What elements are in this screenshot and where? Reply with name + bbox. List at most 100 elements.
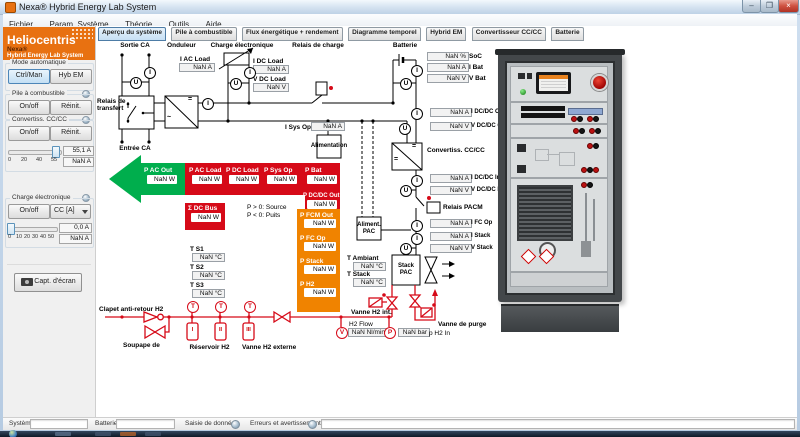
converter-reset-button[interactable]: Réinit. [50,126,92,141]
tab-hybrid-em[interactable]: Hybrid EM [426,27,466,41]
p-ac-out-label: P AC Out [144,167,172,174]
title-bar[interactable]: Nexa® Hybrid Energy Lab System – ❐ × [0,0,800,15]
rack-tube [593,199,595,241]
load-tick: 0 [8,234,11,240]
tab-diagramme-temporel[interactable]: Diagramme temporel [348,27,421,41]
sigma-dc-bus-label: Σ DC Bus [188,205,217,212]
load-actual: NaN A [59,234,92,244]
load-setpoint: 0,0 A [59,223,92,233]
sigma-dc-bus-value: NaN W [191,213,221,222]
banana-jack-black [579,128,585,134]
p-fcm-out-label: P FCM Out [300,212,333,219]
p-stack-value: NaN W [304,265,336,274]
tab-bar: Aperçu du système Pile à combustible Flu… [98,27,585,41]
status-battery-field [116,419,175,429]
i-sys-op-value: NaN A [311,122,345,131]
p-h2-label: P H2 [300,281,314,288]
rack-glass-door [505,61,615,295]
p-ac-out-value: NaN W [147,175,177,184]
temp-sensor-icon: T [187,301,199,313]
v-dcdc-out-value: NaN V [430,122,472,131]
close-button[interactable]: × [778,0,799,13]
status-bar: Système Batterie Saisie de données Erreu… [3,417,797,430]
rack-converter-panel [510,138,608,178]
load-tick: 10 [16,234,22,240]
maximize-button[interactable]: ❐ [760,0,779,13]
content-area: Heliocentris Nexa® Hybrid Energy Lab Sys… [3,26,797,417]
hyb-em-button[interactable]: Hyb EM [50,69,92,84]
converter-tick: 40 [36,157,42,163]
t-s2-label: T S2 [190,264,204,271]
flow-sensor-icon: V̇ [336,327,348,339]
banana-jack-black [577,116,583,122]
load-tick: 20 [24,234,30,240]
t-ambiant-value: NaN °C [353,262,386,271]
status-system-field [30,419,88,429]
taskbar-app-icon[interactable] [145,432,161,436]
p-h2-value: NaN W [304,288,336,297]
converter-on-button[interactable]: On/off [8,126,50,141]
load-mode-select[interactable]: CC [A] [50,204,91,219]
relais-pacm-label: Relais PACM [443,204,483,211]
entree-ca-label: Entrée CA [111,145,159,152]
power-arrow-head [109,155,141,203]
i-stack-value: NaN A [430,232,472,241]
taskbar-app-icon[interactable] [95,432,111,436]
start-orb-icon[interactable] [9,430,17,437]
rack-io-panel [510,102,608,124]
p-fc-op-value: NaN W [304,242,336,251]
i-dcdc-in-label: I DC/DC In [471,175,500,181]
t-s3-label: T S3 [190,282,204,289]
temp-sensor-icon: T [215,301,227,313]
status-battery-label: Batterie [95,420,117,427]
tab-flux-energetique[interactable]: Flux énergétique + rendement [242,27,343,41]
ammeter-icon: I [144,67,156,79]
relais-transfert-label-1: Relais de [97,98,118,105]
ammeter-icon: I [411,220,423,232]
brand-name: Heliocentris [7,33,76,47]
taskbar-app-icon[interactable] [120,432,136,436]
rack-touchscreen-content [539,75,568,91]
p-h2-in-value: NaN bar [398,328,430,337]
p-fc-op-label: P FC Op [300,235,326,242]
ctrl-man-button[interactable]: Ctrl/Man [8,69,50,84]
alimentation-box: Alimentation [317,135,341,158]
fuel-cell-reset-button[interactable]: Réinit. [50,100,92,115]
p-dc-load-value: NaN W [229,175,259,184]
heliocentris-logo: Heliocentris Nexa® Hybrid Energy Lab Sys… [3,27,95,60]
clapet-label: Clapet anti-retour H2 [99,306,163,313]
windows-taskbar[interactable] [0,431,800,437]
load-on-button[interactable]: On/off [8,204,50,219]
i-bat-value: NaN A [427,63,469,72]
v-stack-label: V Stack [471,245,493,251]
screenshot-button[interactable]: Capt. d'écran [14,273,82,292]
rack-touchscreen [536,72,571,94]
ammeter-icon: I [411,65,423,77]
rack-fitting [581,241,591,257]
converter-tick: 0 [8,157,11,163]
converter-tick: 55 [51,157,57,163]
converter-actual: NaN A [63,157,94,167]
product-name: Nexa® [7,46,27,53]
load-tick: 50 [48,234,54,240]
minimize-button[interactable]: – [742,0,761,13]
p-dcdc-out-value: NaN W [307,200,337,209]
tab-batterie[interactable]: Batterie [551,27,583,41]
errors-led-icon [308,420,317,429]
tab-convertisseur-cccc[interactable]: Convertisseur CC/CC [472,27,546,41]
tab-pile-a-combustible[interactable]: Pile à combustible [171,27,236,41]
p-stack-label: P Stack [300,258,323,265]
emergency-stop-icon [591,74,608,91]
fuel-cell-on-button[interactable]: On/off [8,100,50,115]
dc-symbol-icon: = [394,156,398,163]
converter-tick: 20 [21,157,27,163]
window-title: Nexa® Hybrid Energy Lab System [19,2,156,12]
p-h2-in-label: p H2 In [429,330,450,337]
taskbar-app-icon[interactable] [55,432,71,436]
group-title-converter: Convertiss. CC/CC [10,116,69,123]
ammeter-icon: I [202,98,214,110]
charge-electronique-label: Charge électronique [202,42,282,49]
load-slider[interactable] [8,227,58,232]
group-title-mode: Mode automatique [10,59,68,66]
tab-apercu-du-systeme[interactable]: Aperçu du système [98,27,166,41]
